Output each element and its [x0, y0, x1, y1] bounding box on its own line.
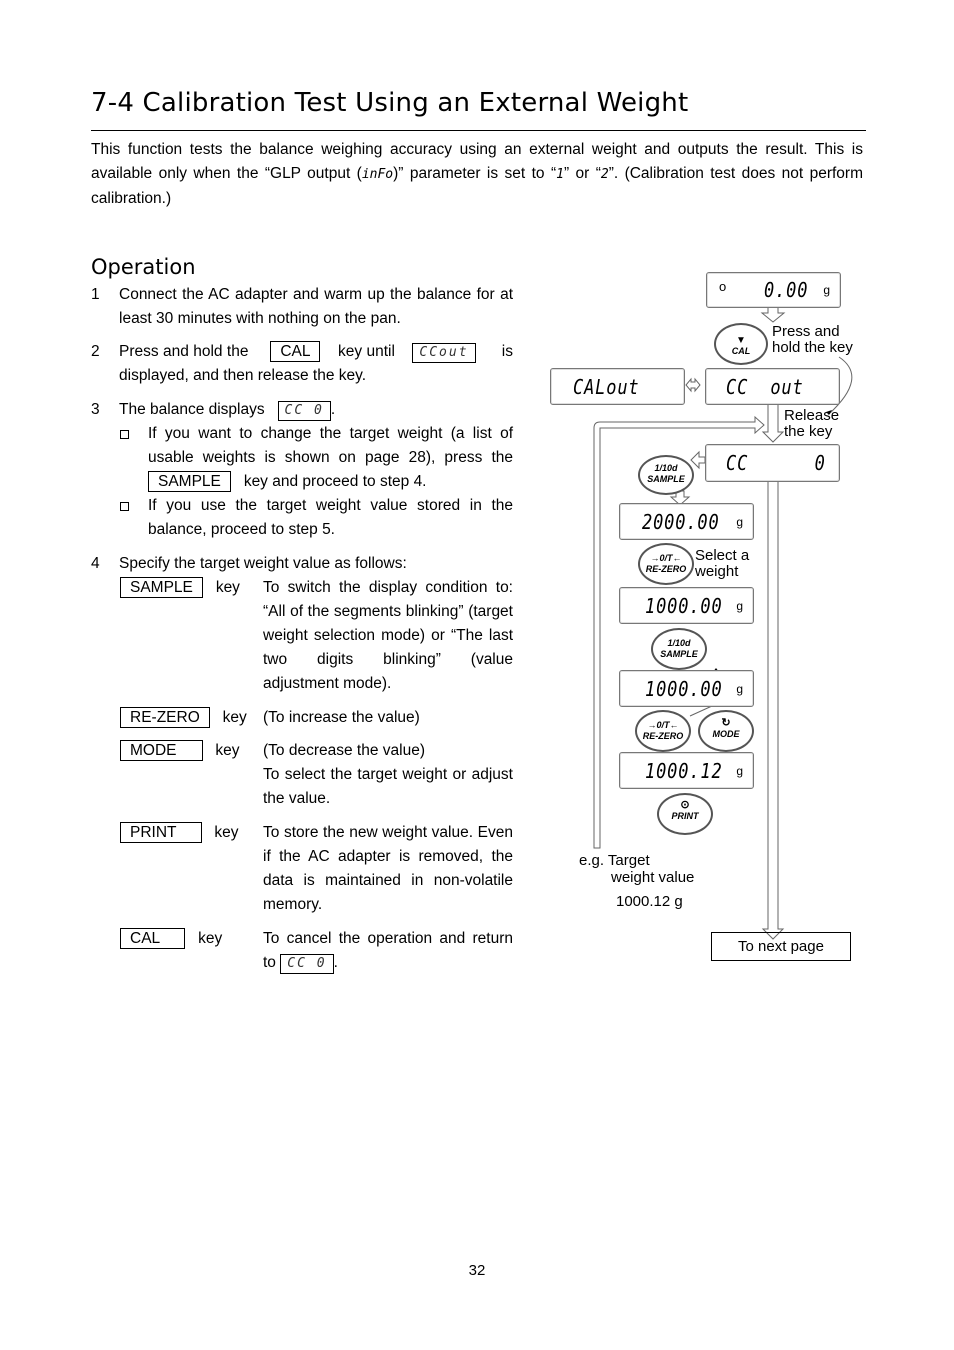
- display-value: 1000.00: [645, 676, 723, 701]
- unit: g: [736, 598, 743, 613]
- key-label: SAMPLE: [647, 474, 685, 484]
- stable-indicator: o: [719, 279, 727, 294]
- display-value: 2000.00: [642, 509, 720, 534]
- page-number: 32: [468, 1262, 486, 1279]
- eg-value: 1000.12 g: [616, 893, 683, 910]
- unit: g: [736, 763, 743, 778]
- display-value: CALout: [573, 374, 640, 399]
- key-label: CAL: [731, 346, 751, 356]
- display-2000: 2000.00 g: [619, 503, 754, 540]
- key-label: →0/T←: [647, 720, 679, 730]
- key-label: MODE: [712, 729, 740, 739]
- print-key: ⊙ PRINT: [657, 793, 713, 835]
- rezero-key: →0/T← RE-ZERO: [635, 710, 691, 752]
- display-zero: o 0.00 g: [706, 272, 841, 308]
- display-ccout: CC out: [705, 368, 840, 405]
- flow-arrows: [593, 306, 853, 940]
- unit: g: [736, 514, 743, 529]
- key-label: SAMPLE: [660, 649, 698, 659]
- display-value: CC 0: [726, 451, 826, 475]
- sample-key: 1/10d SAMPLE: [638, 455, 694, 495]
- cycle-icon: ↻: [721, 717, 731, 729]
- triangle-down-icon: ▼: [736, 335, 746, 346]
- display-1000-b: 1000.00 g: [619, 670, 754, 707]
- display-value: 1000.00: [645, 593, 723, 618]
- key-label: →0/T←: [650, 553, 682, 563]
- display-1000-a: 1000.00 g: [619, 587, 754, 624]
- manual-page: 7-4 Calibration Test Using an External W…: [0, 0, 954, 1350]
- key-label: 1/10d: [654, 463, 678, 473]
- display-1000-c: 1000.12 g: [619, 752, 754, 789]
- press-label: Press and hold the key: [772, 323, 853, 356]
- display-value: 0.00: [764, 278, 809, 302]
- select-label: Select a weight: [695, 547, 750, 580]
- unit: g: [823, 283, 830, 297]
- release-label: Release the key: [784, 407, 840, 440]
- display-calout: CALout: [550, 368, 685, 405]
- next-page-box: To next page: [711, 932, 851, 961]
- key-label: 1/10d: [667, 638, 691, 648]
- key-label: PRINT: [671, 811, 699, 821]
- rezero-key: →0/T← RE-ZERO: [638, 543, 694, 585]
- sample-key: 1/10d SAMPLE: [651, 628, 707, 670]
- mode-key: ↻ MODE: [698, 710, 754, 752]
- display-value: 1000.12: [645, 758, 723, 783]
- display-cc0: CC 0: [705, 444, 840, 482]
- cal-key: ▼ CAL: [714, 323, 768, 365]
- unit: g: [736, 681, 743, 696]
- key-label: RE-ZERO: [645, 564, 687, 574]
- eg-label-2: weight value: [611, 869, 695, 886]
- display-value: CC out: [726, 374, 804, 399]
- key-label: RE-ZERO: [642, 731, 684, 741]
- print-icon: ⊙: [680, 799, 690, 811]
- eg-label: e.g. Target: [579, 852, 650, 869]
